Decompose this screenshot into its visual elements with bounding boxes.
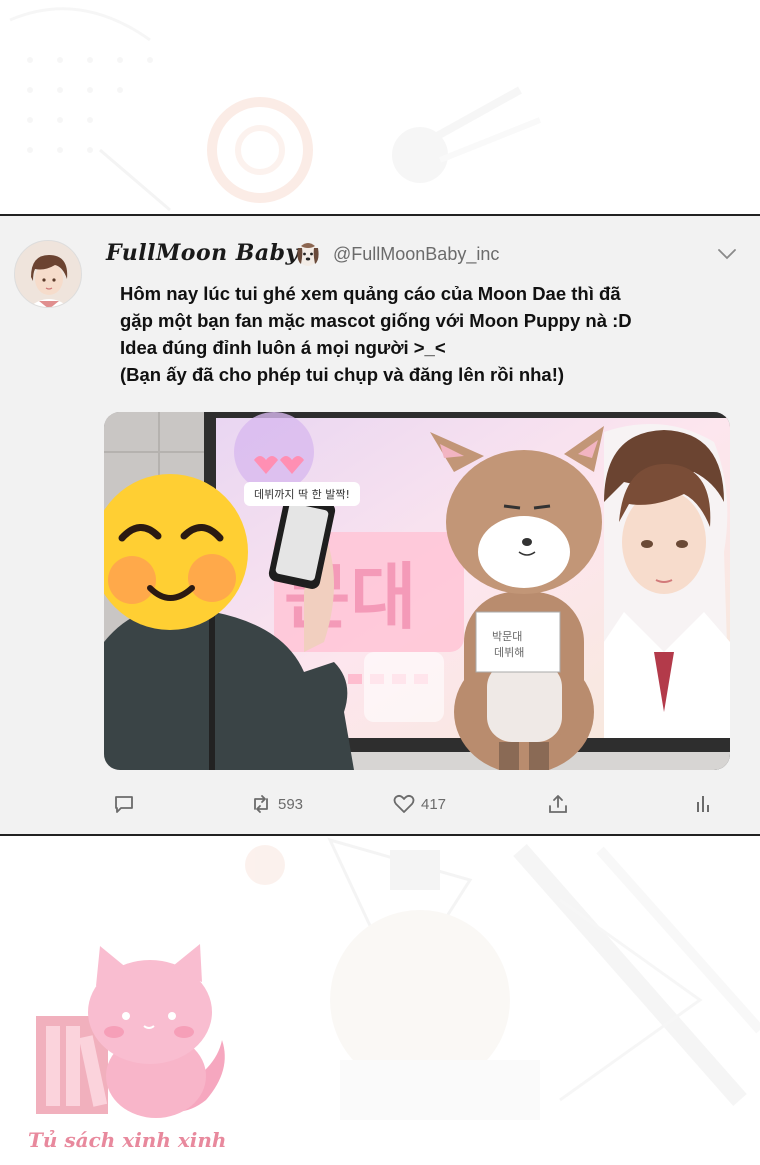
reply-icon xyxy=(115,796,133,813)
ad-caption: 데뷔까지 딱 한 발짝! xyxy=(244,482,360,506)
tweet-photo[interactable]: 문대 박문대 데뷔해 데뷔까지 딱 한 발짝! xyxy=(104,412,730,770)
svg-text:박문대: 박문대 xyxy=(492,630,522,643)
watermark-text: Tủ sách xinh xinh xyxy=(28,1128,227,1152)
retweet-count: 593 xyxy=(278,795,304,813)
stats-button[interactable] xyxy=(692,794,714,814)
share-button[interactable] xyxy=(547,794,569,814)
tweet-text: Hôm nay lúc tui ghé xem quảng cáo của Mo… xyxy=(120,280,740,388)
display-name[interactable]: FullMoon Baby xyxy=(106,240,299,266)
tweet-text-line: Hôm nay lúc tui ghé xem quảng cáo của Mo… xyxy=(120,283,621,304)
stats-icon xyxy=(697,796,709,812)
retweet-button[interactable]: 593 xyxy=(250,794,303,814)
tweet-card[interactable]: FullMoon Baby @FullMoonBaby_inc Hôm nay … xyxy=(0,214,760,836)
like-button[interactable]: 417 xyxy=(393,794,446,814)
tweet-text-line: Idea đúng đỉnh luôn á mọi người >_< xyxy=(120,337,446,358)
user-handle[interactable]: @FullMoonBaby_inc xyxy=(333,244,499,265)
photo-illustration: 문대 박문대 데뷔해 xyxy=(104,412,730,770)
avatar-portrait xyxy=(15,241,81,307)
tweet-text-line: gặp một bạn fan mặc mascot giống với Moo… xyxy=(120,310,632,331)
tweet-actions: 593 417 xyxy=(0,794,760,824)
heart-icon xyxy=(393,794,415,813)
avatar[interactable] xyxy=(14,240,82,308)
retweet-icon xyxy=(254,795,268,813)
chevron-down-icon[interactable] xyxy=(716,246,738,262)
dog-face-emoji xyxy=(297,243,319,266)
reply-button[interactable] xyxy=(113,794,135,814)
like-count: 417 xyxy=(421,795,447,813)
share-icon xyxy=(549,795,567,813)
tweet-text-line: (Bạn ấy đã cho phép tui chụp và đăng lên… xyxy=(120,364,565,385)
watermark-logo xyxy=(36,944,225,1118)
svg-text:데뷔해: 데뷔해 xyxy=(494,645,524,659)
